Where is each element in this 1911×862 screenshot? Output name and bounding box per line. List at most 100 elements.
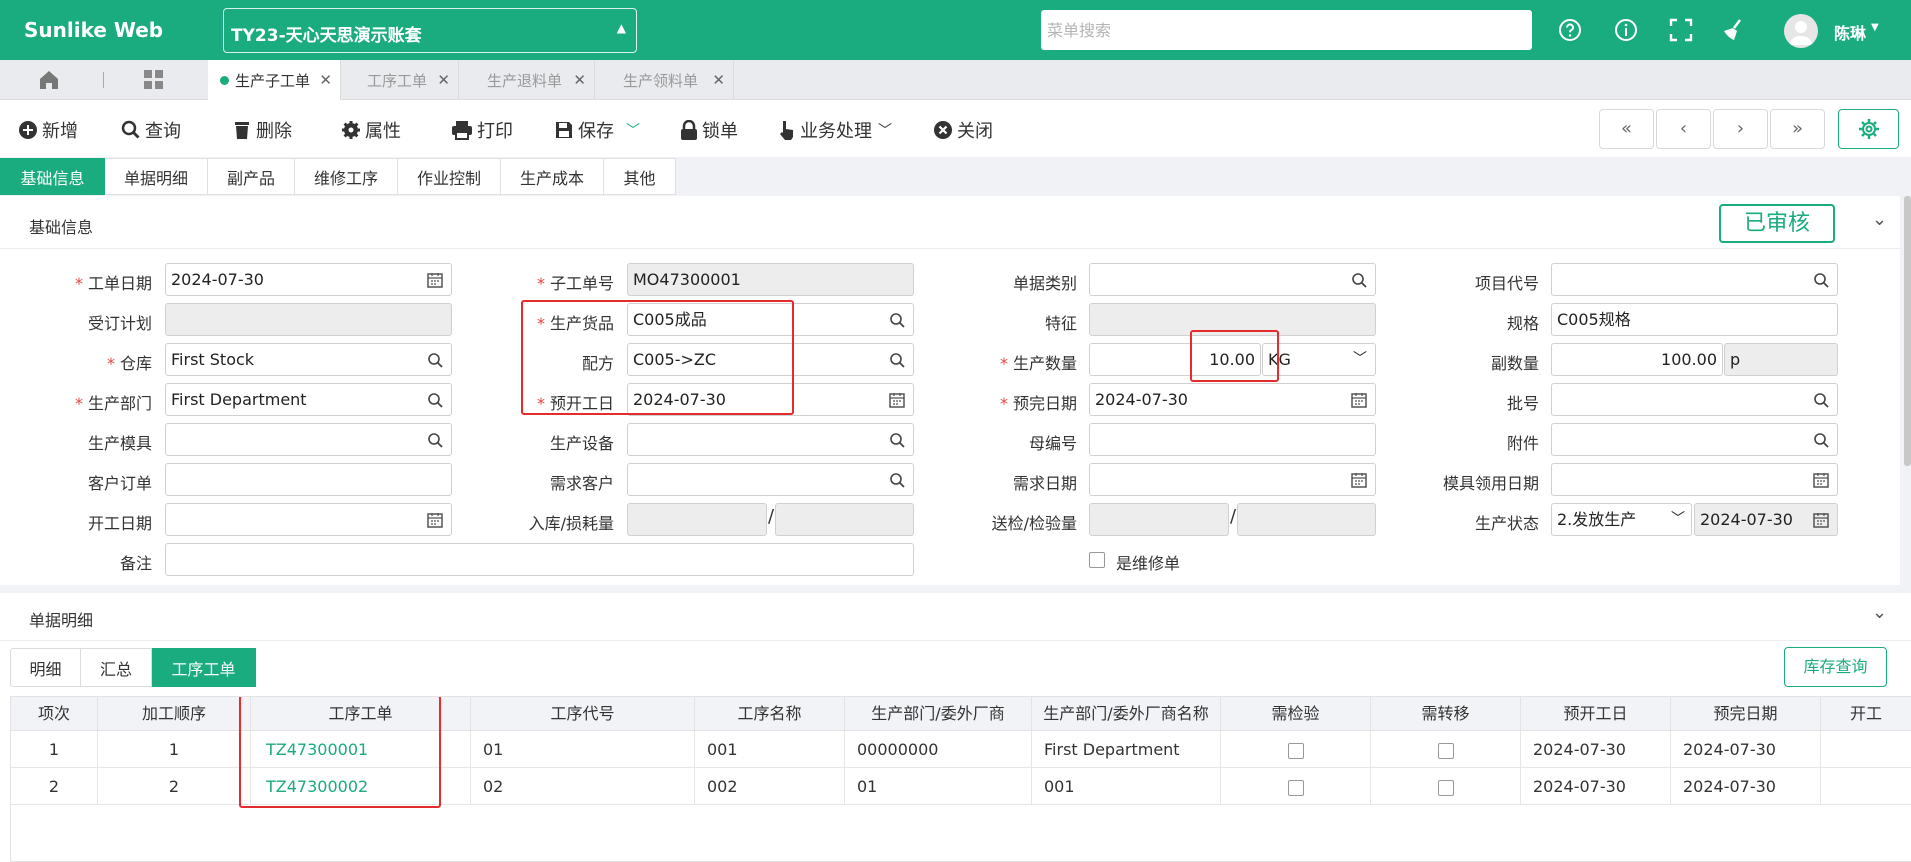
start-date-field[interactable]	[165, 503, 452, 536]
plan-start-label: * 预开工日	[536, 394, 614, 413]
caret-down-icon[interactable]: ▼	[1871, 22, 1879, 33]
settings-button[interactable]	[1838, 109, 1899, 149]
tab-doc-details[interactable]: 单据明细	[105, 158, 208, 195]
doc-type-field[interactable]	[1089, 263, 1376, 296]
col-header[interactable]: 需转移	[1371, 697, 1521, 731]
mold-use-date-field[interactable]	[1551, 463, 1838, 496]
stock-query-button[interactable]: 库存查询	[1784, 647, 1887, 687]
prod-status-label: 生产状态	[1474, 514, 1539, 533]
col-header[interactable]: 生产部门/委外厂商	[845, 697, 1032, 731]
demand-customer-field[interactable]	[627, 463, 914, 496]
remark-field[interactable]	[165, 543, 914, 576]
recipe-label: 配方	[581, 354, 614, 373]
batch-no-field[interactable]	[1551, 383, 1838, 416]
mother-no-label: 母编号	[1028, 434, 1077, 453]
double-left-icon: «	[1620, 118, 1632, 139]
business-process-button[interactable]: 业务处理 ﹀	[778, 117, 892, 143]
col-header[interactable]: 工序名称	[695, 697, 845, 731]
clean-icon[interactable]	[1720, 17, 1746, 43]
subtab-process-orders[interactable]: 工序工单	[152, 648, 256, 687]
tab-other[interactable]: 其他	[604, 158, 676, 195]
process-order-grid: 项次 加工顺序 工序工单 工序代号 工序名称 生产部门/委外厂商 生产部门/委外…	[10, 696, 1911, 862]
order-date-field[interactable]: 2024-07-30	[165, 263, 452, 296]
warehouse-field[interactable]: First Stock	[165, 343, 452, 376]
fullscreen-icon[interactable]	[1668, 17, 1694, 43]
properties-button[interactable]: 属性	[341, 117, 401, 143]
is-repair-checkbox[interactable]	[1089, 552, 1105, 568]
product-field[interactable]: C005成品	[627, 303, 914, 336]
doc-tab-material-return[interactable]: 生产退料单 ✕	[459, 60, 595, 100]
tab-by-products[interactable]: 副产品	[208, 158, 295, 195]
delete-button[interactable]: 删除	[232, 117, 292, 143]
col-header[interactable]: 工序代号	[471, 697, 695, 731]
apps-grid-icon[interactable]	[143, 69, 165, 95]
col-header[interactable]: 生产部门/委外厂商名称	[1032, 697, 1221, 731]
col-header[interactable]: 预开工日	[1521, 697, 1671, 731]
doc-tab-production-sub-order[interactable]: 生产子工单 ✕	[208, 60, 341, 100]
close-icon[interactable]: ✕	[573, 71, 586, 89]
col-header[interactable]: 需检验	[1221, 697, 1371, 731]
add-button[interactable]: 新增	[18, 117, 78, 143]
unit-select[interactable]: KG ﹀	[1262, 343, 1376, 376]
transfer-checkbox[interactable]	[1437, 742, 1454, 759]
close-icon[interactable]: ✕	[712, 71, 725, 89]
cell-code: 01	[471, 731, 695, 768]
query-button[interactable]: 查询	[121, 117, 181, 143]
avatar[interactable]	[1784, 14, 1818, 48]
account-selector[interactable]: TY23-天心天思演示账套 ▲	[223, 8, 637, 53]
inspect-checkbox[interactable]	[1287, 779, 1304, 796]
prod-qty-field[interactable]: 10.00	[1089, 343, 1261, 376]
is-repair-label: 是维修单	[1116, 554, 1181, 573]
doc-tab-process-order[interactable]: 工序工单 ✕	[341, 60, 459, 100]
close-icon[interactable]: ✕	[437, 71, 450, 89]
plan-start-field[interactable]: 2024-07-30	[627, 383, 914, 416]
attachment-field[interactable]	[1551, 423, 1838, 456]
prod-status-select[interactable]: 2.发放生产 ﹀	[1551, 503, 1692, 536]
chevron-down-icon[interactable]: ﹀	[626, 120, 640, 140]
inspect-checkbox[interactable]	[1287, 742, 1304, 759]
col-header[interactable]: 开工	[1821, 697, 1911, 731]
spec-field[interactable]: C005规格	[1551, 303, 1838, 336]
col-header[interactable]: 预完日期	[1671, 697, 1821, 731]
equipment-field[interactable]	[627, 423, 914, 456]
collapse-chevron-icon[interactable]: ⌄	[1872, 602, 1887, 623]
sub-qty-field[interactable]: 100.00	[1551, 343, 1723, 376]
customer-order-field[interactable]	[165, 463, 452, 496]
collapse-chevron-icon[interactable]: ⌄	[1872, 209, 1887, 230]
doc-tab-material-requisition[interactable]: 生产领料单 ✕	[595, 60, 734, 100]
subtab-details[interactable]: 明细	[10, 648, 81, 687]
menu-search-input[interactable]	[1041, 10, 1532, 50]
next-record-button[interactable]: ›	[1713, 109, 1768, 149]
lock-button[interactable]: 锁单	[680, 117, 738, 143]
home-icon[interactable]	[38, 69, 60, 95]
process-order-link[interactable]: TZ47300001	[251, 731, 471, 768]
recipe-field[interactable]: C005->ZC	[627, 343, 914, 376]
col-header[interactable]: 项次	[11, 697, 98, 731]
info-icon[interactable]	[1613, 17, 1639, 43]
plan-end-field[interactable]: 2024-07-30	[1089, 383, 1376, 416]
tab-operation-control[interactable]: 作业控制	[398, 158, 501, 195]
previous-record-button[interactable]: ‹	[1656, 109, 1711, 149]
save-button[interactable]: 保存 ﹀	[554, 117, 640, 143]
print-button[interactable]: 打印	[451, 117, 513, 143]
process-order-link[interactable]: TZ47300002	[251, 768, 471, 805]
transfer-checkbox[interactable]	[1437, 779, 1454, 796]
demand-date-field[interactable]	[1089, 463, 1376, 496]
help-icon[interactable]	[1557, 17, 1583, 43]
close-button[interactable]: 关闭	[933, 117, 993, 143]
dept-field[interactable]: First Department	[165, 383, 452, 416]
user-name[interactable]: 陈琳	[1834, 20, 1866, 44]
project-code-field[interactable]	[1551, 263, 1838, 296]
mold-field[interactable]	[165, 423, 452, 456]
subtab-summary[interactable]: 汇总	[81, 648, 152, 687]
scrollbar[interactable]	[1904, 196, 1911, 466]
mother-no-field[interactable]	[1089, 423, 1376, 456]
col-header[interactable]: 加工顺序	[98, 697, 251, 731]
tab-repair-process[interactable]: 维修工序	[295, 158, 398, 195]
col-header[interactable]: 工序工单	[251, 697, 471, 731]
first-record-button[interactable]: «	[1599, 109, 1654, 149]
last-record-button[interactable]: »	[1770, 109, 1825, 149]
tab-basic-info[interactable]: 基础信息	[0, 158, 105, 195]
tab-production-cost[interactable]: 生产成本	[501, 158, 604, 195]
close-icon[interactable]: ✕	[319, 71, 332, 89]
